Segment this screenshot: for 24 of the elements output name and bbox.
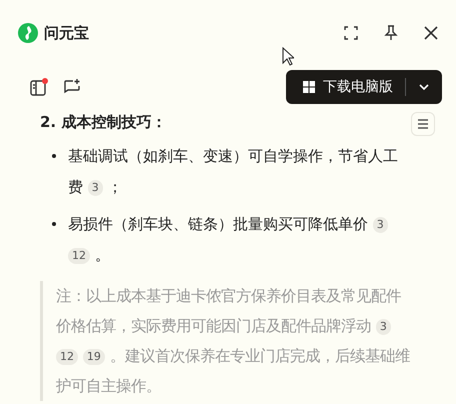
close-icon[interactable] <box>424 26 438 40</box>
app-logo <box>18 23 38 43</box>
fullscreen-icon[interactable] <box>344 26 358 40</box>
note-text: 注：以上成本基于迪卡侬官方保养价目表及常见配件价格估算，实际费用可能因门店及配件品牌浮动 3 12 19 。建议首次保养在专业门店完成，后续基础维护可自主操作。 <box>56 286 411 397</box>
menu-button[interactable] <box>411 112 435 136</box>
citation-link[interactable]: 12 <box>56 349 78 365</box>
sidebar-icon[interactable] <box>29 77 49 97</box>
windows-icon <box>303 81 315 93</box>
cursor-icon <box>282 47 294 66</box>
bullet-dot <box>52 222 56 226</box>
bullet-text: 基础调试（如刹车、变速）可自学操作，节省人工费 3 ； <box>68 146 398 198</box>
citation-link[interactable]: 3 <box>88 180 103 196</box>
citation-link[interactable]: 3 <box>376 319 391 335</box>
citation-link[interactable]: 12 <box>68 248 90 264</box>
chevron-down-icon[interactable] <box>418 83 430 91</box>
window-title: 问元宝 <box>44 24 89 42</box>
download-button[interactable]: 下载电脑版 <box>286 70 442 104</box>
citation-link[interactable]: 3 <box>372 217 388 233</box>
bullet-text: 易损件（刹车块、链条）批量购买可降低单价 3 12 。 <box>68 209 398 271</box>
section-heading: 2. 成本控制技巧： <box>40 112 166 133</box>
menu-icon <box>417 119 429 129</box>
bullet-dot <box>52 154 56 158</box>
citation-link[interactable]: 19 <box>82 349 105 365</box>
pin-icon[interactable] <box>384 25 398 41</box>
